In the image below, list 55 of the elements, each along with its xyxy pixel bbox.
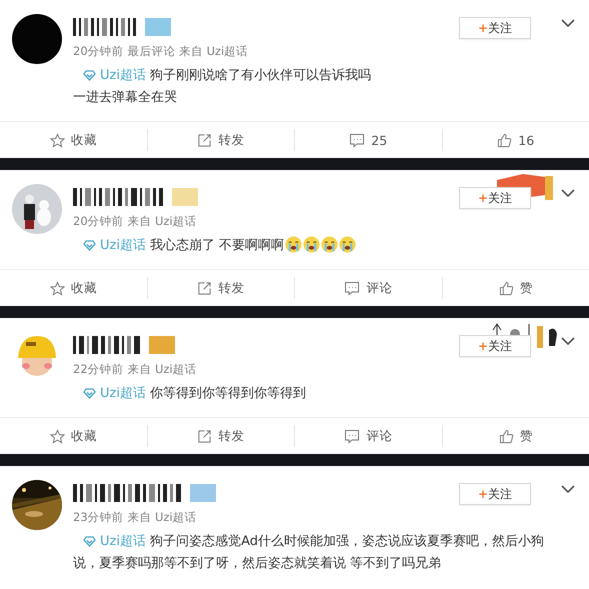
post-text: 一进去弹幕全在哭	[73, 89, 178, 107]
like-button[interactable]: 赞	[442, 277, 589, 299]
share-button[interactable]: 转发	[146, 277, 294, 299]
diamond-icon	[83, 536, 96, 547]
star-button[interactable]: 收藏	[0, 277, 146, 299]
share-icon	[197, 280, 212, 296]
follow-button[interactable]: +关注	[459, 335, 531, 357]
star-button[interactable]: 收藏	[0, 425, 146, 447]
share-icon	[197, 132, 212, 148]
share-icon	[197, 428, 212, 444]
like-button[interactable]: 赞	[442, 425, 589, 447]
redacted-name-drawing[interactable]	[73, 188, 166, 206]
chevron-down-icon[interactable]	[561, 485, 575, 494]
star-icon	[50, 280, 65, 296]
comment-icon	[349, 132, 366, 148]
follow-button[interactable]: +关注	[459, 483, 531, 505]
crying-emoji-icon	[321, 236, 338, 253]
thumbs-up-icon	[498, 428, 514, 444]
share-button[interactable]: 转发	[146, 129, 294, 151]
star-icon	[50, 132, 65, 148]
post-meta: 22分钟前 来自 Uzi超话	[73, 362, 198, 377]
share-button[interactable]: 转发	[146, 425, 294, 447]
thumbs-up-icon	[497, 132, 512, 148]
star-icon	[50, 428, 65, 444]
redacted-name-drawing[interactable]	[73, 484, 184, 502]
thumbs-up-icon	[498, 280, 514, 296]
comment-icon	[344, 280, 360, 296]
crying-emoji-icon	[303, 236, 320, 253]
post-text: Uzi超话 狗子问姿态感觉Ad什么时候能加强，姿态说应该夏季赛吧，然后小狗说，夏季赛吗那等不到了呀，然后姿态就笑着说 等不到了吗兄弟	[73, 533, 546, 573]
comment-button[interactable]: 25	[294, 129, 442, 151]
chevron-down-icon[interactable]	[561, 189, 575, 198]
follow-button[interactable]: +关注	[459, 187, 531, 209]
comment-icon	[344, 428, 360, 444]
star-button[interactable]: 收藏	[0, 129, 146, 151]
crying-emoji-icon	[285, 236, 302, 253]
diamond-icon	[83, 70, 96, 81]
follow-button[interactable]: +关注	[459, 17, 531, 39]
crying-emoji-icon	[339, 236, 356, 253]
redacted-name-drawing[interactable]	[73, 18, 139, 36]
diamond-icon	[83, 388, 96, 399]
like-button[interactable]: 16	[442, 129, 589, 151]
comment-button[interactable]: 评论	[294, 277, 442, 299]
diamond-icon	[83, 240, 96, 251]
post-meta: 20分钟前 来自 Uzi超话	[73, 214, 198, 229]
redacted-name-drawing[interactable]	[73, 336, 143, 354]
post-text: Uzi超话 狗子刚刚说啥了有小伙伴可以告诉我吗	[73, 65, 577, 87]
comment-button[interactable]: 评论	[294, 425, 442, 447]
chevron-down-icon[interactable]	[561, 337, 575, 346]
avatar-drawing[interactable]	[12, 184, 62, 234]
avatar-icon[interactable]	[12, 14, 62, 64]
post-text: Uzi超话 我心态崩了 不要啊啊啊	[73, 235, 577, 257]
post-meta: 20分钟前 最后评论 来自 Uzi超话	[73, 44, 250, 59]
chevron-down-icon[interactable]	[561, 19, 575, 28]
post-text: Uzi超话 你等得到你等得到你等得到	[73, 383, 577, 405]
post-meta: 23分钟前 来自 Uzi超话	[73, 510, 198, 525]
